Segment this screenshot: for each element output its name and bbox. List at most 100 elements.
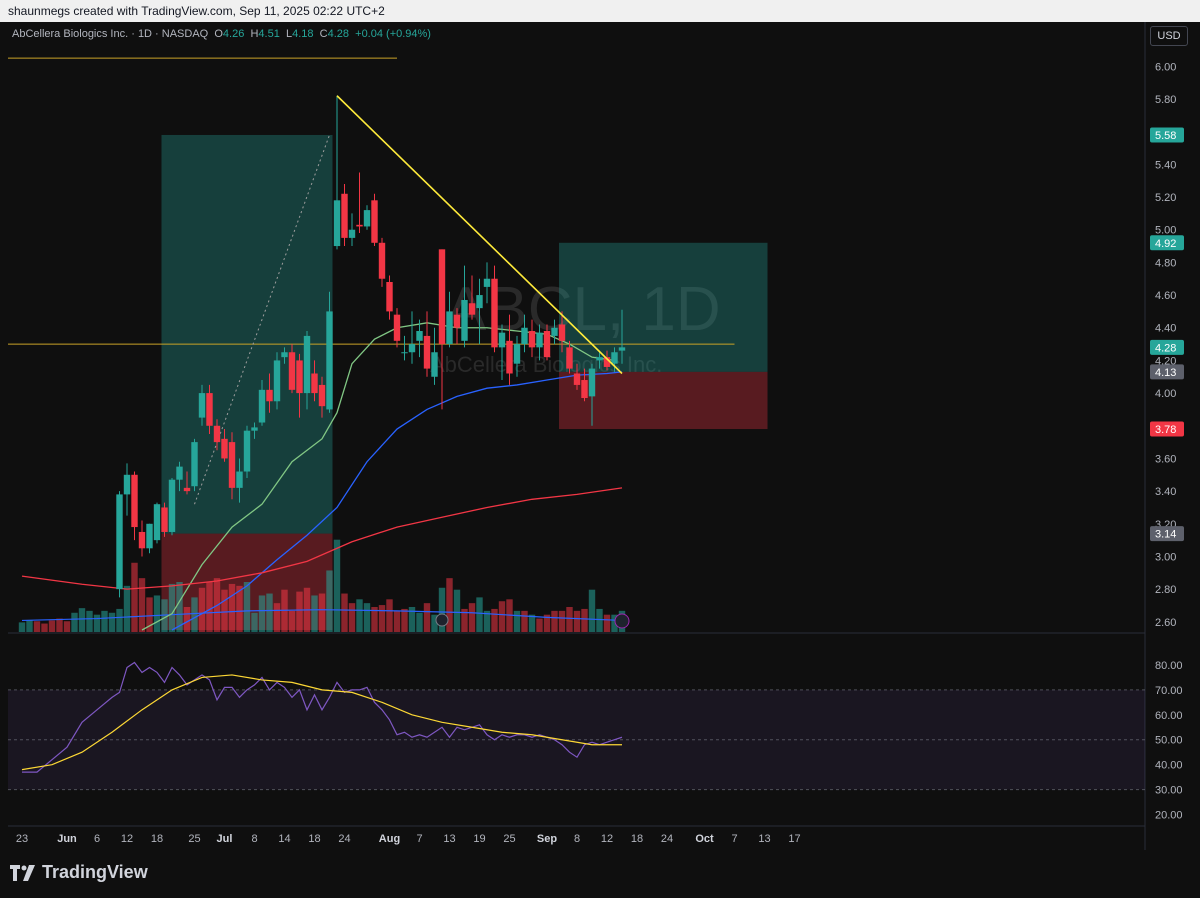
candle-body xyxy=(363,210,371,227)
volume-bar xyxy=(18,622,26,632)
price-tick-label: 4.40 xyxy=(1155,323,1176,335)
rsi-tick-label: 30.00 xyxy=(1155,785,1183,797)
price-badge-label: 4.28 xyxy=(1155,342,1176,354)
candle-body xyxy=(341,193,348,238)
volume-bar xyxy=(528,614,536,632)
candle-body xyxy=(296,360,303,394)
volume-bar xyxy=(198,587,206,632)
candle-body xyxy=(416,331,423,341)
time-tick-label: 18 xyxy=(308,833,320,845)
open-label: O xyxy=(214,28,223,40)
volume-bar xyxy=(573,610,581,632)
candle-body xyxy=(573,373,581,385)
price-tick-label: 4.00 xyxy=(1155,388,1176,400)
candle-body xyxy=(461,299,468,341)
volume-bar xyxy=(401,608,408,632)
price-tick-label: 5.00 xyxy=(1155,225,1176,237)
volume-bar xyxy=(168,583,176,632)
volume-bar xyxy=(243,582,251,632)
change-value: +0.04 (+0.94%) xyxy=(355,28,431,40)
price-badge-label: 3.78 xyxy=(1155,424,1176,436)
chart-canvas[interactable]: ABCL, 1DAbCellera Biologics Inc.6.005.80… xyxy=(0,0,1200,898)
volume-bar xyxy=(513,610,521,632)
volume-bar xyxy=(446,578,453,632)
candle-body xyxy=(378,242,386,279)
volume-bar xyxy=(566,607,573,632)
time-tick-label: 8 xyxy=(251,833,257,845)
price-tick-label: 5.20 xyxy=(1155,192,1176,204)
volume-bar xyxy=(453,589,461,632)
candle-body xyxy=(483,278,491,287)
time-tick-label: 23 xyxy=(16,833,28,845)
price-badge-label: 3.14 xyxy=(1155,529,1176,541)
volume-bar xyxy=(551,610,558,632)
candle-body xyxy=(513,344,521,364)
volume-bar xyxy=(48,620,56,632)
candle-body xyxy=(386,282,393,312)
candle-body xyxy=(168,479,176,532)
volume-bar xyxy=(116,608,123,632)
candle-body xyxy=(123,474,131,495)
candle-body xyxy=(288,352,296,390)
price-tick-label: 3.60 xyxy=(1155,453,1176,465)
rsi-tick-label: 60.00 xyxy=(1155,710,1183,722)
time-tick-label: 17 xyxy=(788,833,800,845)
volume-bar xyxy=(266,593,273,632)
volume-bar xyxy=(138,578,146,632)
price-tick-label: 2.80 xyxy=(1155,584,1176,596)
candle-body xyxy=(588,368,596,397)
candle-body xyxy=(333,200,341,247)
candle-body xyxy=(131,474,138,528)
price-badge-label: 4.13 xyxy=(1155,367,1176,379)
candle-body xyxy=(183,487,191,492)
dividend-icon xyxy=(614,613,630,629)
volume-bar xyxy=(603,614,611,632)
time-tick-label: 18 xyxy=(151,833,163,845)
volume-bar xyxy=(588,589,596,632)
volume-bar xyxy=(288,610,296,632)
candle-body xyxy=(116,494,123,590)
volume-bar xyxy=(468,603,476,632)
time-tick-label: 6 xyxy=(94,833,100,845)
candle-body xyxy=(468,303,476,315)
volume-bar xyxy=(341,593,348,632)
close-value: 4.28 xyxy=(327,28,350,40)
time-tick-label: 19 xyxy=(473,833,485,845)
price-badge-label: 4.92 xyxy=(1155,238,1176,250)
symbol-legend: AbCellera Biologics Inc. · 1D · NASDAQ O… xyxy=(12,28,431,40)
candle-body xyxy=(146,523,153,549)
volume-bar xyxy=(476,597,483,632)
candle-body xyxy=(596,357,603,361)
candle-body xyxy=(356,224,363,227)
currency-button[interactable]: USD xyxy=(1150,26,1188,46)
volume-bar xyxy=(416,612,423,632)
open-value: 4.26 xyxy=(222,28,245,40)
volume-bar xyxy=(558,610,566,632)
candle-body xyxy=(153,504,161,541)
candle-body xyxy=(543,331,551,358)
volume-bar xyxy=(41,623,48,632)
brand-name: TradingView xyxy=(42,862,148,882)
volume-bar xyxy=(318,593,326,632)
candle-body xyxy=(453,314,461,328)
candle-body xyxy=(228,442,236,488)
candle-body xyxy=(236,471,243,488)
volume-bar xyxy=(33,621,41,632)
candle-body xyxy=(431,352,438,377)
low-value: 4.18 xyxy=(292,28,314,40)
volume-bar xyxy=(221,589,228,632)
tradingview-logo[interactable]: TradingView xyxy=(10,862,148,883)
candle-body xyxy=(476,295,483,309)
volume-bar xyxy=(498,601,506,632)
candle-body xyxy=(281,352,288,358)
time-tick-label: 25 xyxy=(503,833,515,845)
price-badge-label: 5.58 xyxy=(1155,130,1176,142)
time-tick-label: 13 xyxy=(758,833,770,845)
candle-body xyxy=(206,393,213,426)
price-tick-label: 3.40 xyxy=(1155,486,1176,498)
candle-body xyxy=(521,327,528,345)
time-tick-label: 13 xyxy=(443,833,455,845)
volume-bar xyxy=(363,603,371,632)
volume-bar xyxy=(333,539,341,632)
volume-bar xyxy=(183,607,191,632)
